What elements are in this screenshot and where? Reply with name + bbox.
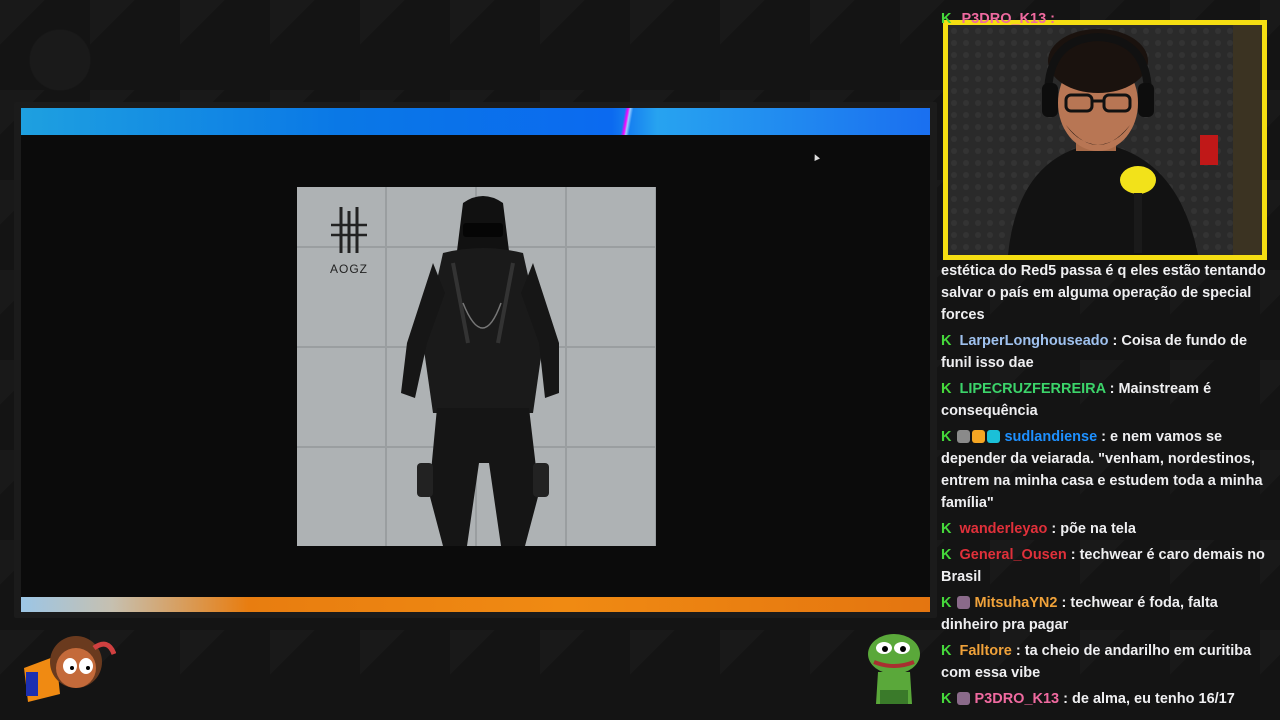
chat-username[interactable]: General_Ousen [959,547,1066,563]
cartoon-sticker-icon [24,636,116,702]
kick-badge-icon: K [941,691,952,707]
mouse-cursor-icon [812,153,820,161]
chat-message: K General_Ousen : techwear é caro demais … [941,547,1265,585]
chat-message: Kwanderleyao : põe na tela [941,521,1136,537]
kick-badge-icon: K [941,381,952,397]
kick-badge-icon: K [941,547,952,563]
chat-message: K LIPECRUZFERREIRA : Mainstream é consequ… [941,381,1212,419]
chat-username[interactable]: P3DRO_K13 : [962,11,1055,27]
chat-username[interactable]: P3DRO_K13 [974,691,1059,707]
screen-share: AOGZ [21,108,930,612]
techwear-photo[interactable]: AOGZ [297,187,656,546]
chat-username[interactable]: wanderleyao [959,521,1047,537]
kick-badge-icon: K [941,429,952,445]
chat-messages: estética do Red5 passa é q eles estão te… [941,260,1274,714]
chat-message: K LarperLonghouseado : Coisa de fundo de … [941,333,1248,371]
chat-message: Ksudlandiense : e nem vamos se depender … [941,429,1263,511]
chat-partial-message: K P3DRO_K13 : [941,8,1055,30]
chat-message: K Falltore : ta cheio de andarilho em cur… [941,643,1252,681]
kick-badge-icon: K [941,643,952,659]
kick-badge-icon: K [941,333,952,349]
chat-message-continued: estética do Red5 passa é q eles estão te… [941,260,1274,326]
bottom-color-bar [21,597,930,612]
logo-text: AOGZ [329,262,368,276]
aogz-logo-icon [331,207,367,253]
chat-badge-icon[interactable] [987,430,1001,443]
kick-badge-icon: K [941,595,952,611]
chat-message-text: estética do Red5 passa é q eles estão te… [941,263,1266,323]
chat-message: K MitsuhaYN2 : techwear é foda, falta din… [941,595,1218,633]
chat-panel: K P3DRO_K13 : estética do Red5 passa é q… [941,0,1280,720]
chat-username[interactable]: LIPECRUZFERREIRA [959,381,1105,397]
chat-badge-icon[interactable] [972,430,986,443]
kick-badge-icon: K [941,521,952,537]
chat-username[interactable]: sudlandiense [1004,429,1097,445]
chat-username[interactable]: Falltore [959,643,1011,659]
chat-badge-icon[interactable] [957,596,971,609]
chat-message-text: de alma, eu tenho 16/17 [1072,691,1235,707]
chat-username[interactable]: LarperLonghouseado [959,333,1108,349]
chat-badge-icon[interactable] [957,692,971,705]
techwear-figure [401,196,559,546]
pepe-frog-icon [868,634,920,704]
top-color-bar [21,108,930,135]
kick-badge-icon: K [941,11,952,27]
chat-username[interactable]: MitsuhaYN2 [974,595,1057,611]
brand-logo: AOGZ [327,203,371,276]
chat-badge-icon[interactable] [957,430,971,443]
chat-message: K P3DRO_K13 : de alma, eu tenho 16/17 [941,691,1235,707]
chat-message-text: põe na tela [1060,521,1136,537]
